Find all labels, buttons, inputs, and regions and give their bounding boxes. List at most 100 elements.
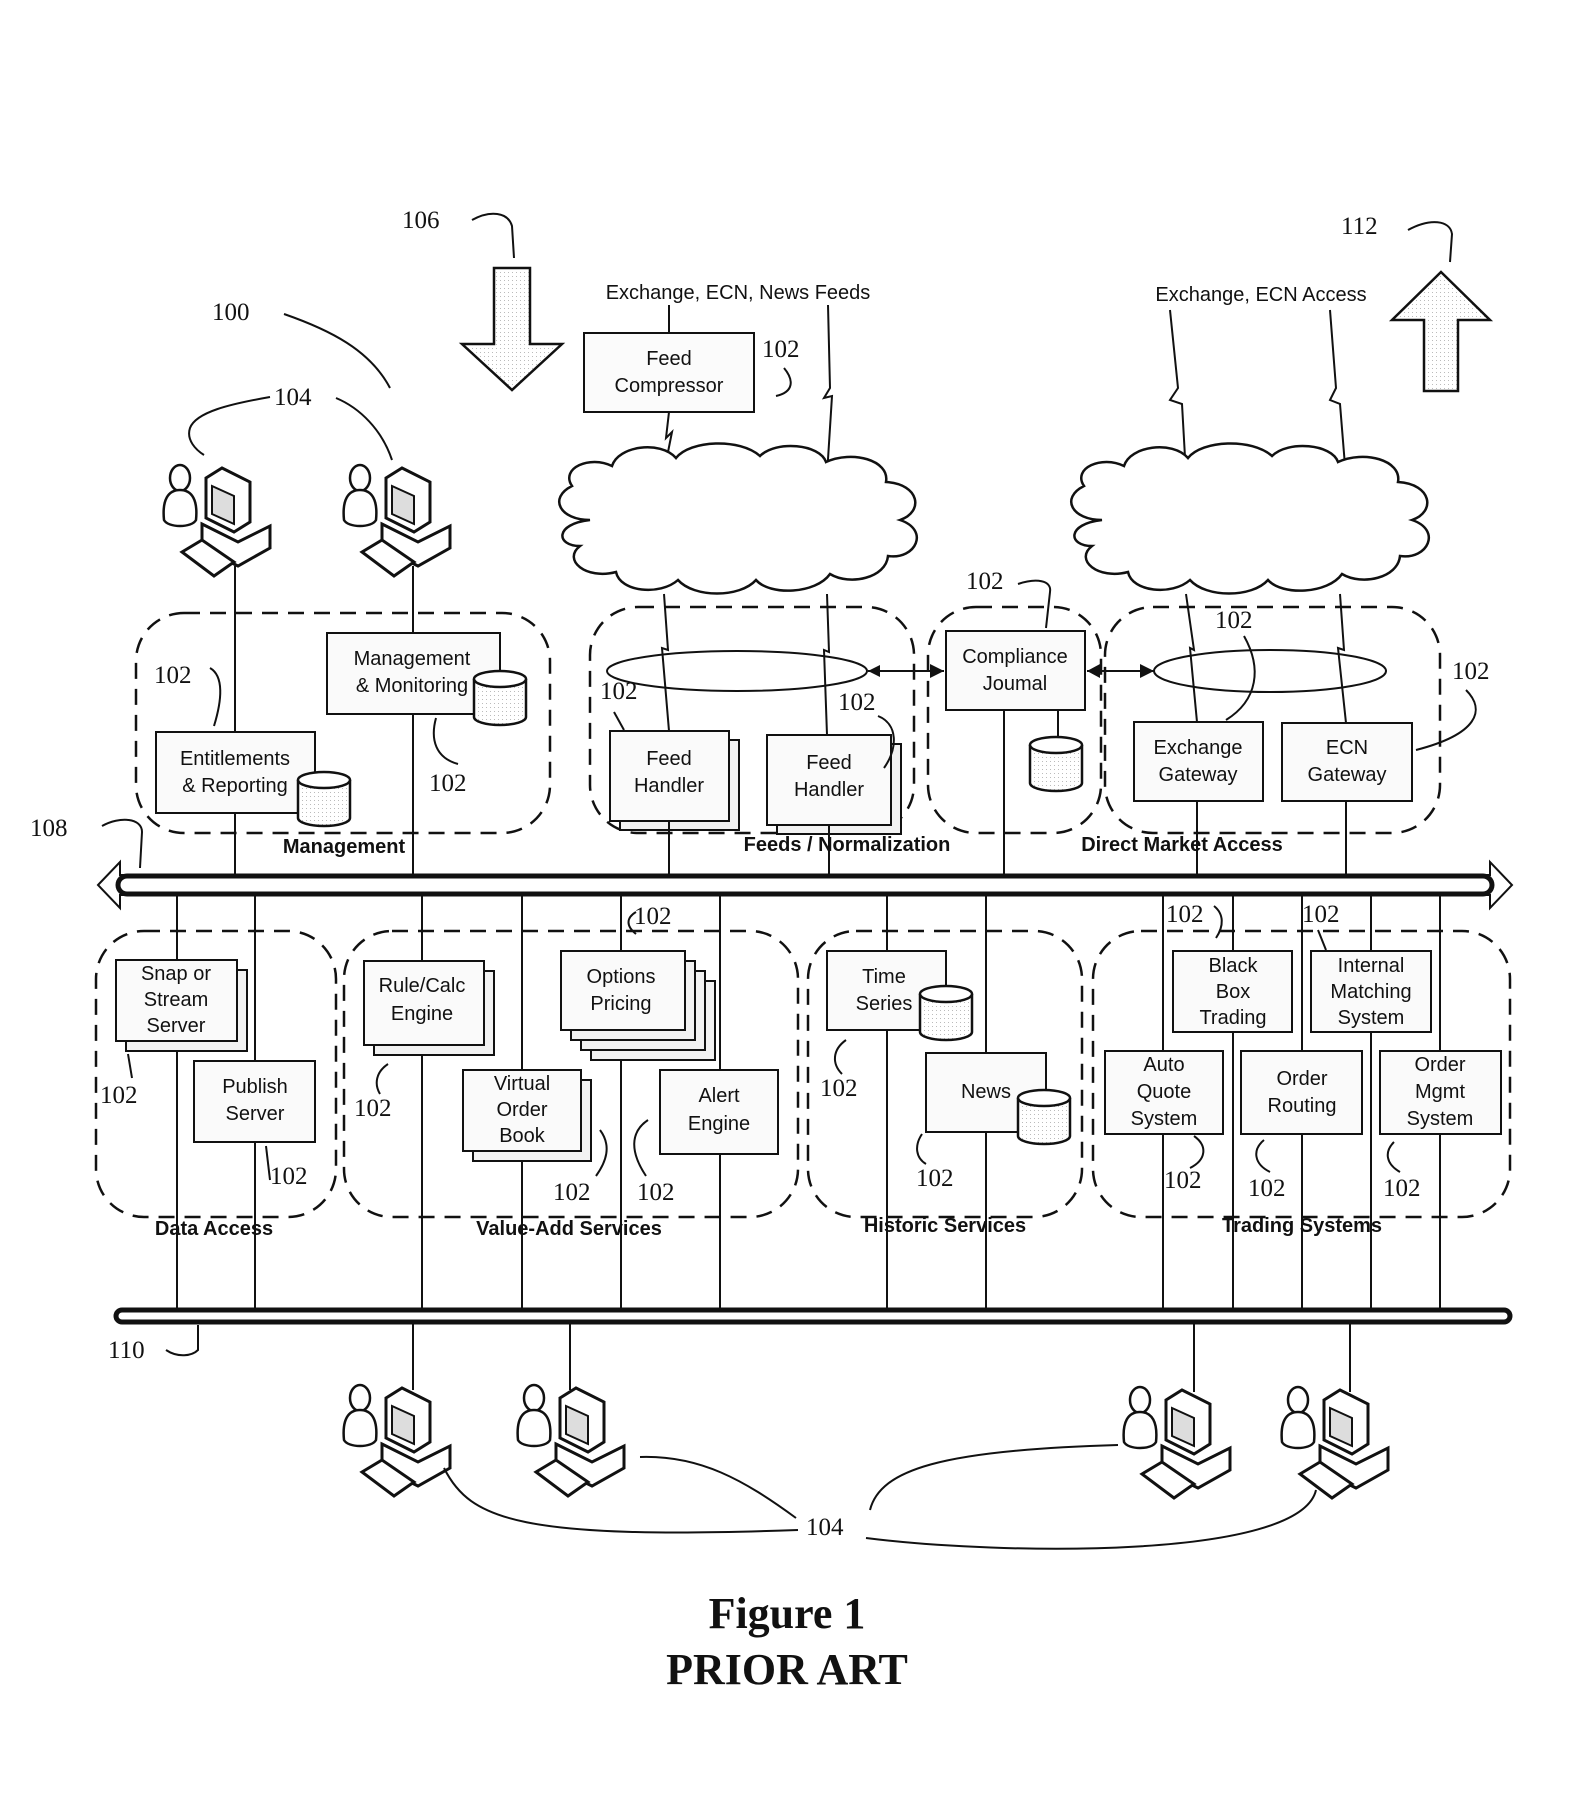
ref-102-leader bbox=[1017, 579, 1052, 629]
message-bus-108 bbox=[96, 859, 1514, 911]
workstation-icon bbox=[516, 1383, 626, 1498]
component-label: Gateway bbox=[1159, 764, 1238, 786]
ref-102-label: 102 bbox=[1164, 1167, 1202, 1194]
ref-104-leader bbox=[639, 1455, 797, 1519]
message-bus-110 bbox=[113, 1307, 1513, 1325]
ref-102-leader bbox=[775, 367, 792, 397]
group-label-feeds: Feeds / Normalization bbox=[744, 834, 951, 856]
component-label: Exchange bbox=[1154, 737, 1243, 759]
component-label: Quote bbox=[1137, 1081, 1191, 1103]
ref-102-leader bbox=[834, 1039, 847, 1075]
database-icon bbox=[296, 770, 352, 828]
ref-102-leader bbox=[613, 711, 625, 731]
ref-102-leader bbox=[1255, 1139, 1271, 1173]
group-label-trading: Trading Systems bbox=[1222, 1215, 1382, 1237]
ref-108-leader bbox=[101, 818, 144, 869]
database-icon bbox=[1028, 735, 1084, 793]
workstation-icon bbox=[1280, 1385, 1390, 1500]
ref-112-leader bbox=[1407, 221, 1454, 263]
component-label: Options bbox=[587, 966, 656, 988]
component-label: Gateway bbox=[1308, 764, 1387, 786]
ref-104-leader bbox=[869, 1444, 1119, 1511]
component-label: Virtual bbox=[494, 1073, 550, 1095]
component-label: Time bbox=[862, 966, 906, 988]
ref-102-leader bbox=[1386, 1141, 1401, 1173]
ref-100-label: 100 bbox=[212, 299, 250, 326]
ref-102-label: 102 bbox=[916, 1165, 954, 1192]
ref-100-leader bbox=[283, 313, 391, 389]
component-label: Feed bbox=[646, 748, 692, 770]
arrowhead-icon bbox=[1140, 664, 1154, 678]
component-label: Compressor bbox=[615, 375, 724, 397]
black-box-trading-box: Black Box Trading bbox=[1172, 950, 1293, 1033]
component-label: Snap or bbox=[141, 963, 211, 985]
component-label: Book bbox=[499, 1125, 546, 1147]
ref-102-leader bbox=[1189, 1135, 1205, 1169]
component-label: & Monitoring bbox=[356, 675, 468, 697]
wireless-link bbox=[1328, 309, 1347, 479]
ref-102-leader bbox=[375, 1063, 389, 1095]
component-label: System bbox=[1131, 1108, 1198, 1130]
ref-102-leader bbox=[633, 1119, 649, 1177]
component-label: ECN bbox=[1326, 737, 1368, 759]
order-routing-box: Order Routing bbox=[1240, 1050, 1363, 1135]
ref-102-label: 102 bbox=[1383, 1175, 1421, 1202]
ref-106-leader bbox=[471, 212, 515, 259]
wireless-link bbox=[822, 593, 831, 736]
workstation-icon bbox=[162, 463, 272, 578]
rule-calc-engine-box: Rule/Calc Engine bbox=[363, 960, 495, 1056]
ref-102-label: 102 bbox=[820, 1075, 858, 1102]
exchange-gateway-box: Exchange Gateway bbox=[1133, 721, 1264, 802]
feed-ring bbox=[606, 650, 868, 692]
ref-102-label: 102 bbox=[1166, 901, 1204, 928]
ref-102-leader bbox=[595, 1129, 608, 1177]
ref-102-label: 102 bbox=[1452, 658, 1490, 685]
workstation-icon bbox=[342, 1383, 452, 1498]
ref-102-leader bbox=[916, 1133, 927, 1165]
component-label: Publish bbox=[222, 1076, 288, 1098]
options-pricing-box: Options Pricing bbox=[560, 950, 716, 1061]
component-label: Engine bbox=[391, 1003, 453, 1025]
ref-110-label: 110 bbox=[108, 1337, 145, 1364]
wireless-link bbox=[821, 304, 834, 476]
outbound-arrow-icon bbox=[1388, 270, 1494, 393]
group-label-historic: Historic Services bbox=[864, 1215, 1026, 1237]
component-label: Series bbox=[856, 993, 913, 1015]
wireless-link bbox=[1185, 593, 1198, 723]
ref-110-leader bbox=[165, 1325, 199, 1357]
component-label: Box bbox=[1216, 981, 1250, 1003]
component-label: Joumal bbox=[983, 673, 1047, 695]
ref-102-leader bbox=[1317, 929, 1327, 951]
ref-102-leader bbox=[1213, 905, 1223, 939]
component-label: Feed bbox=[646, 348, 692, 370]
ecn-gateway-box: ECN Gateway bbox=[1281, 722, 1413, 802]
ref-108-label: 108 bbox=[30, 815, 68, 842]
component-label: Black bbox=[1209, 955, 1259, 977]
ref-112-label: 112 bbox=[1341, 213, 1378, 240]
component-label: Server bbox=[226, 1103, 285, 1125]
ref-104-top-label: 104 bbox=[274, 384, 312, 411]
component-label: Rule/Calc bbox=[379, 975, 466, 997]
ref-102-label: 102 bbox=[154, 662, 192, 689]
database-icon bbox=[472, 669, 528, 727]
workstation-icon bbox=[1122, 1385, 1232, 1500]
wireless-link bbox=[1336, 593, 1347, 724]
component-label: Management bbox=[354, 648, 471, 670]
workstation-icon bbox=[342, 463, 452, 578]
ref-104-leader-b bbox=[335, 397, 393, 461]
ref-102-label: 102 bbox=[354, 1095, 392, 1122]
component-label: Handler bbox=[794, 779, 864, 801]
wireless-link bbox=[660, 593, 670, 732]
component-label: Order bbox=[1276, 1068, 1327, 1090]
ref-106-label: 106 bbox=[402, 207, 440, 234]
component-label: & Reporting bbox=[182, 775, 288, 797]
ref-102-label: 102 bbox=[100, 1082, 138, 1109]
ref-102-label: 102 bbox=[1248, 1175, 1286, 1202]
ref-102-leader bbox=[1415, 689, 1477, 751]
ref-102-leader bbox=[1225, 635, 1256, 721]
component-label: Stream bbox=[144, 989, 208, 1011]
ref-102-label: 102 bbox=[634, 903, 672, 930]
component-label: Server bbox=[147, 1015, 206, 1037]
component-label: Alert bbox=[698, 1085, 740, 1107]
arrowhead-icon bbox=[868, 665, 880, 677]
